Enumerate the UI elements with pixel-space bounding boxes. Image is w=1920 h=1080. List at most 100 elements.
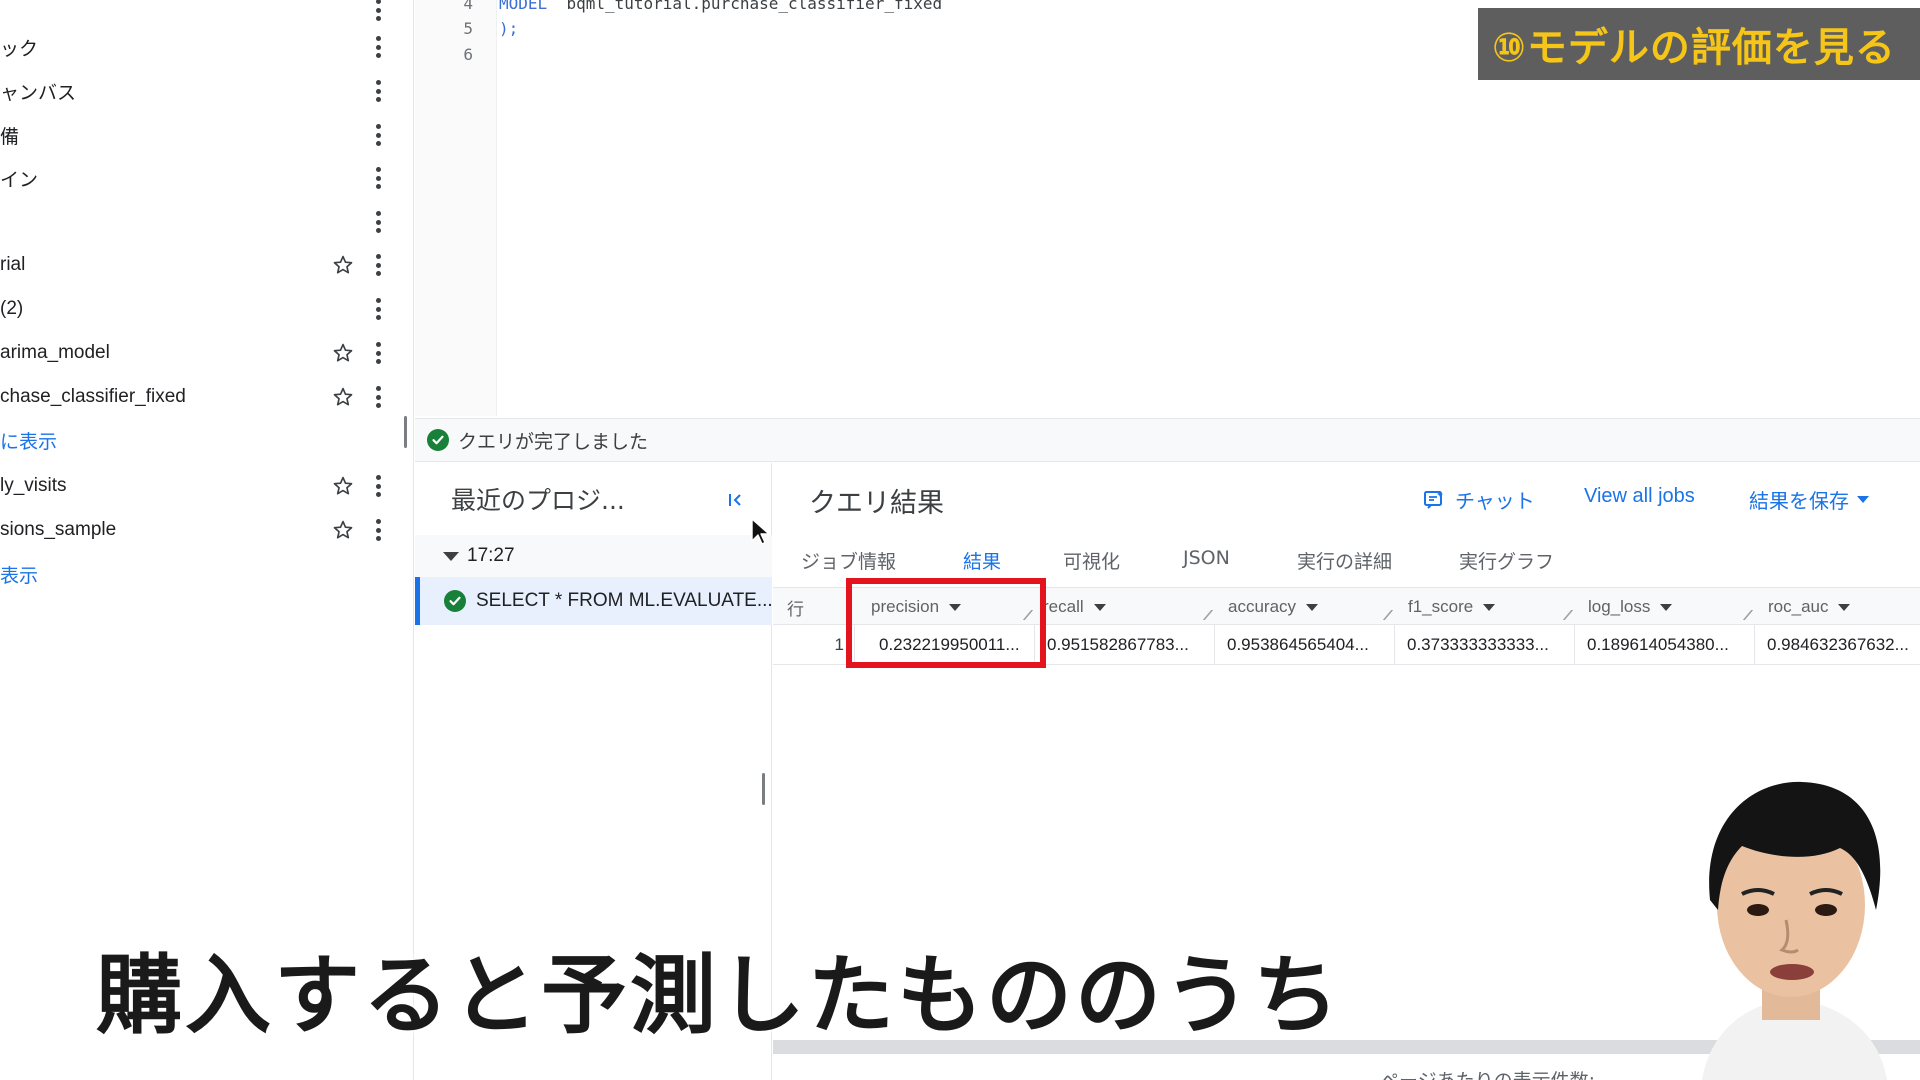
show-more-label[interactable]: 表示 — [0, 561, 38, 588]
code-line[interactable]: ); — [499, 19, 518, 38]
explorer-row[interactable]: ック — [0, 27, 400, 67]
mouse-pointer-icon — [751, 518, 770, 545]
explorer-row[interactable]: ャンバス — [0, 71, 400, 111]
table-cell-accuracy[interactable]: 0.953864565404... — [1215, 625, 1395, 665]
more-options-icon[interactable] — [368, 32, 388, 62]
code-keyword: MODEL — [499, 0, 548, 13]
tab-job-info[interactable]: ジョブ情報 — [801, 547, 896, 574]
code-identifier: bqml_tutorial.purchase_classifier_fixed — [566, 0, 943, 13]
explorer-row[interactable] — [0, 0, 400, 30]
collapse-left-icon — [729, 494, 741, 506]
more-options-icon[interactable] — [368, 515, 388, 545]
explorer-row[interactable]: 備 — [0, 115, 400, 155]
tab-execution-graph[interactable]: 実行グラフ — [1459, 547, 1554, 574]
explorer-row[interactable]: ly_visits — [0, 466, 400, 506]
presenter-video — [1662, 770, 1920, 1080]
code-line[interactable]: MODEL bqml_tutorial.purchase_classifier_… — [499, 0, 942, 13]
check-circle-icon — [444, 590, 466, 612]
sort-caret-icon[interactable] — [1660, 603, 1673, 611]
column-resize-icon[interactable] — [1734, 610, 1754, 620]
explorer-row[interactable]: イン — [0, 158, 400, 198]
sort-caret-icon[interactable] — [1306, 603, 1319, 611]
column-resize-icon[interactable] — [1374, 610, 1394, 620]
explorer-row[interactable]: sions_sample — [0, 510, 400, 550]
tab-json[interactable]: JSON — [1183, 547, 1230, 569]
chat-button[interactable]: チャット — [1423, 485, 1535, 514]
tab-results[interactable]: 結果 — [963, 547, 1001, 574]
history-group-header[interactable]: 17:27 — [415, 535, 772, 577]
precision-highlight-box — [846, 578, 1046, 668]
star-icon[interactable] — [330, 473, 356, 499]
table-cell-log-loss[interactable]: 0.189614054380... — [1575, 625, 1755, 665]
column-header-accuracy[interactable]: accuracy — [1215, 588, 1395, 626]
column-header-recall[interactable]: recall — [1035, 588, 1215, 626]
explorer-row-label: イン — [0, 169, 39, 191]
column-header-label: log_loss — [1588, 597, 1651, 616]
star-icon[interactable] — [330, 252, 356, 278]
history-item[interactable]: SELECT * FROM ML.EVALUATE... — [415, 577, 773, 625]
collapse-panel-button[interactable] — [721, 485, 751, 515]
more-options-icon[interactable] — [368, 163, 388, 193]
expand-triangle-icon — [443, 551, 459, 561]
tab-execution-details[interactable]: 実行の詳細 — [1297, 547, 1392, 574]
line-number: 4 — [463, 0, 473, 13]
more-options-icon[interactable] — [368, 120, 388, 150]
tab-visualization[interactable]: 可視化 — [1063, 547, 1120, 574]
save-results-button[interactable]: 結果を保存 — [1749, 485, 1869, 514]
star-icon[interactable] — [330, 384, 356, 410]
star-icon[interactable] — [330, 340, 356, 366]
column-header-f1-score[interactable]: f1_score — [1395, 588, 1575, 626]
more-options-icon[interactable] — [368, 471, 388, 501]
history-group-time: 17:27 — [467, 545, 515, 566]
show-more-link[interactable]: に表示 — [0, 420, 400, 460]
explorer-row-label: ック — [0, 38, 39, 60]
video-overlay-title: ⑩モデルの評価を見る — [1478, 8, 1920, 80]
column-header-row: 行 — [787, 599, 804, 619]
check-circle-icon — [427, 429, 449, 451]
more-options-icon[interactable] — [368, 338, 388, 368]
explorer-row-label: arima_model — [0, 342, 110, 363]
more-options-icon[interactable] — [368, 294, 388, 324]
more-options-icon[interactable] — [368, 0, 388, 25]
sort-caret-icon[interactable] — [1483, 603, 1496, 611]
explorer-row[interactable]: rial — [0, 245, 400, 285]
recent-queries-title: 最近のプロジ... — [451, 486, 625, 515]
more-options-icon[interactable] — [368, 207, 388, 237]
history-resize-handle[interactable] — [762, 773, 765, 805]
column-header-label: accuracy — [1228, 597, 1297, 616]
explorer-row-label: ャンバス — [0, 82, 77, 104]
column-resize-icon[interactable] — [1194, 610, 1214, 620]
column-header-log-loss[interactable]: log_loss — [1575, 588, 1755, 626]
sort-caret-icon[interactable] — [1093, 603, 1106, 611]
sort-caret-icon[interactable] — [1838, 603, 1851, 611]
table-cell-recall[interactable]: 0.951582867783... — [1035, 625, 1215, 665]
star-icon[interactable] — [330, 517, 356, 543]
more-options-icon[interactable] — [368, 250, 388, 280]
overlay-title-text: ⑩モデルの評価を見る — [1492, 25, 1896, 71]
show-more-label[interactable]: に表示 — [0, 427, 57, 454]
recent-queries-header: 最近のプロジ... — [415, 463, 772, 533]
dropdown-caret-icon — [1857, 496, 1869, 503]
more-options-icon[interactable] — [368, 382, 388, 412]
explorer-panel: ック ャンバス 備 イン rial (2) arima_model chase_… — [0, 0, 414, 1080]
show-more-link[interactable]: 表示 — [0, 554, 400, 594]
row-number-cell: 1 — [773, 625, 855, 665]
column-header-label: f1_score — [1408, 597, 1474, 616]
column-header-roc-auc[interactable]: roc_auc — [1755, 588, 1920, 626]
save-results-label: 結果を保存 — [1749, 489, 1849, 513]
view-all-jobs-link[interactable]: View all jobs — [1584, 485, 1695, 508]
chat-button-label: チャット — [1455, 489, 1535, 513]
table-cell-roc-auc[interactable]: 0.984632367632... — [1755, 625, 1920, 665]
chat-icon — [1423, 489, 1445, 511]
column-resize-icon[interactable] — [1554, 610, 1574, 620]
explorer-row-label: rial — [0, 254, 26, 275]
explorer-row[interactable]: arima_model — [0, 333, 400, 373]
explorer-row[interactable]: (2) — [0, 289, 400, 329]
explorer-row[interactable] — [0, 202, 400, 242]
more-options-icon[interactable] — [368, 76, 388, 106]
explorer-row-label: chase_classifier_fixed — [0, 386, 186, 407]
line-number: 5 — [463, 19, 473, 38]
explorer-resize-handle[interactable] — [404, 416, 407, 448]
explorer-row[interactable]: chase_classifier_fixed — [0, 377, 400, 417]
table-cell-f1-score[interactable]: 0.373333333333... — [1395, 625, 1575, 665]
